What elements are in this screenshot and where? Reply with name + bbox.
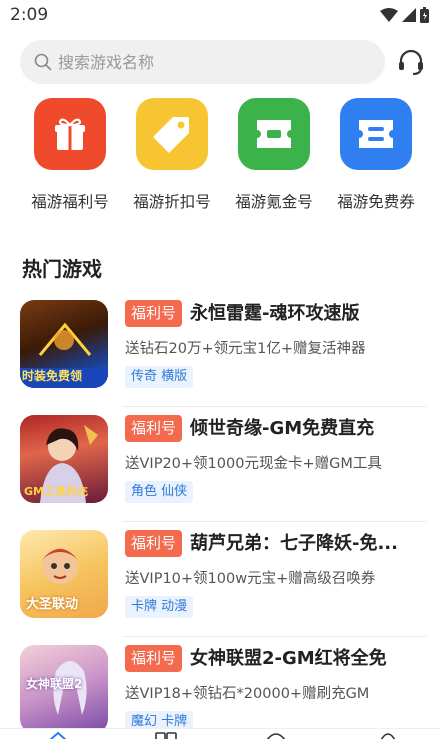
welfare-badge: 福利号 xyxy=(125,415,183,442)
status-icons xyxy=(380,7,429,23)
search-bar[interactable] xyxy=(20,40,385,84)
home-icon[interactable] xyxy=(48,731,68,739)
tag-icon xyxy=(136,98,208,170)
game-row[interactable]: GM工具利充 福利号 倾世奇缘-GM免费直充 送VIP20+领1000元现金卡+… xyxy=(0,407,441,522)
thumb-caption: 女神联盟2 xyxy=(26,677,83,691)
status-time: 2:09 xyxy=(10,5,49,25)
game-row[interactable]: 时装免费领 福利号 永恒雷霆-魂环攻速版 送钻石20万+领元宝1亿+赠复活神器 … xyxy=(0,292,441,407)
welfare-badge: 福利号 xyxy=(125,530,183,557)
welfare-badge: 福利号 xyxy=(125,645,183,672)
signal-icon xyxy=(402,8,416,22)
thumb-caption: 时装免费领 xyxy=(22,369,83,383)
game-description: 送VIP18+领钻石*20000+赠刷充GM xyxy=(125,686,370,702)
thumb-caption: GM工具利充 xyxy=(24,485,88,498)
search-input[interactable] xyxy=(58,52,358,72)
game-thumbnail: 女神联盟2 xyxy=(20,645,108,733)
game-tags: 角色 仙侠 xyxy=(125,481,194,503)
quick-link-label: 福游福利号 xyxy=(31,193,109,211)
game-row[interactable]: 大圣联动 福利号 葫芦兄弟：七子降妖-免... 送VIP10+领100w元宝+赠… xyxy=(0,522,441,637)
game-thumbnail: 时装免费领 xyxy=(20,300,108,388)
quick-link-krypton[interactable]: 福游氪金号 xyxy=(224,98,324,212)
game-description: 送VIP10+领100w元宝+赠高级召唤券 xyxy=(125,571,376,587)
battery-icon xyxy=(420,7,429,23)
headset-icon[interactable] xyxy=(396,47,426,77)
game-row[interactable]: 女神联盟2 福利号 女神联盟2-GM红将全免 送VIP18+领钻石*20000+… xyxy=(0,637,441,739)
quick-link-label: 福游氪金号 xyxy=(235,193,313,211)
ticket-icon xyxy=(238,98,310,170)
quick-links: 福游福利号 福游折扣号 福游氪金号 福游免费券 xyxy=(0,98,441,218)
game-name: 女神联盟2-GM红将全免 xyxy=(190,648,387,669)
profile-icon[interactable] xyxy=(378,732,398,739)
bottom-navigation xyxy=(0,728,441,739)
game-tags: 卡牌 动漫 xyxy=(125,596,194,618)
quick-link-discount[interactable]: 福游折扣号 xyxy=(122,98,222,212)
category-icon[interactable] xyxy=(155,732,177,739)
game-tags: 传奇 横版 xyxy=(125,366,194,388)
game-name: 永恒雷霆-魂环攻速版 xyxy=(190,303,360,324)
status-bar: 2:09 xyxy=(0,0,441,30)
section-title: 热门游戏 xyxy=(22,257,102,281)
game-name: 葫芦兄弟：七子降妖-免... xyxy=(190,533,398,554)
game-description: 送钻石20万+领元宝1亿+赠复活神器 xyxy=(125,341,366,357)
game-thumbnail: 大圣联动 xyxy=(20,530,108,618)
quick-link-free-coupon[interactable]: 福游免费券 xyxy=(326,98,426,212)
gift-icon xyxy=(34,98,106,170)
game-description: 送VIP20+领1000元现金卡+赠GM工具 xyxy=(125,456,382,472)
game-thumbnail: GM工具利充 xyxy=(20,415,108,503)
message-icon[interactable] xyxy=(265,732,287,739)
wifi-icon xyxy=(380,8,398,22)
quick-link-label: 福游免费券 xyxy=(337,193,415,211)
welfare-badge: 福利号 xyxy=(125,300,183,327)
thumb-caption: 大圣联动 xyxy=(26,597,79,612)
search-icon xyxy=(34,53,52,71)
coupon-icon xyxy=(340,98,412,170)
quick-link-welfare[interactable]: 福游福利号 xyxy=(20,98,120,212)
game-name: 倾世奇缘-GM免费直充 xyxy=(190,418,375,439)
quick-link-label: 福游折扣号 xyxy=(133,193,211,211)
